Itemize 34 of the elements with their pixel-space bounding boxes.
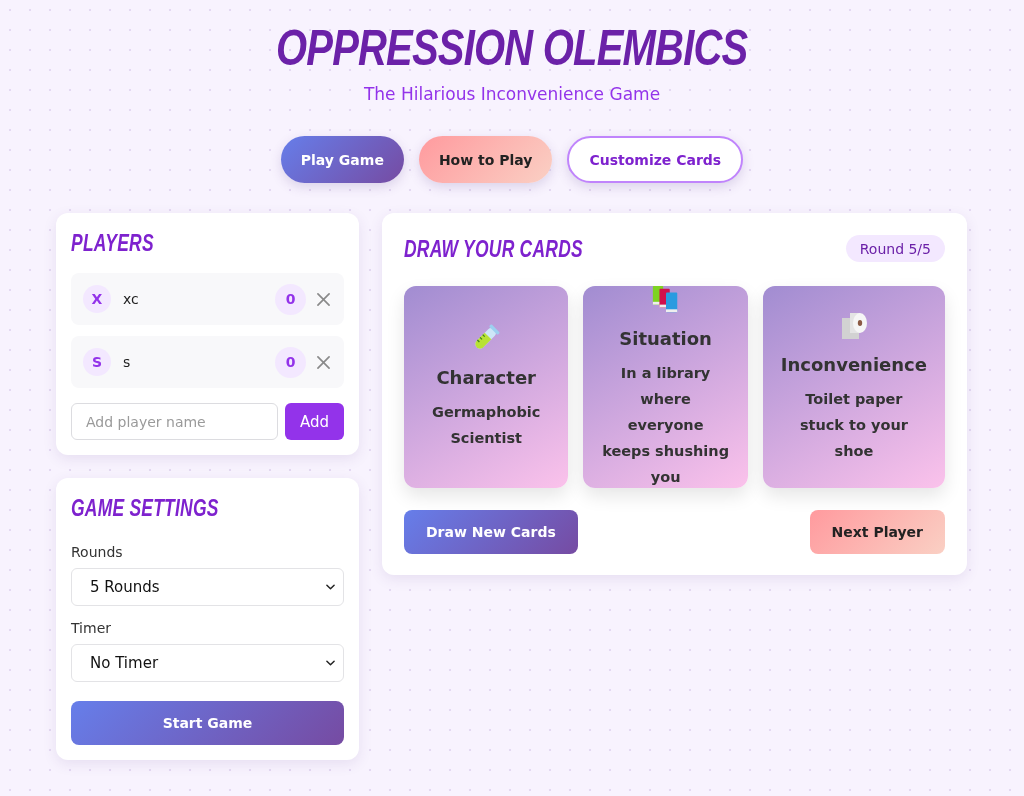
add-button[interactable]: Add: [284, 403, 344, 440]
card-text: Toilet paper stuck to your shoe: [798, 390, 909, 461]
close-icon[interactable]: [317, 355, 330, 369]
close-icon[interactable]: [317, 292, 330, 306]
start-game-button[interactable]: Start Game: [71, 701, 344, 745]
chevron-icon: [326, 660, 335, 666]
chevron-icon: [326, 584, 335, 590]
card-title: Inconvenience: [780, 353, 927, 377]
panel-heading: PLAYERS: [71, 231, 154, 255]
card-title: Character: [436, 366, 536, 390]
app-title: OPPRESSION OLEMBICS: [276, 20, 748, 76]
app-subtitle: The Hilarious Inconvenience Game: [363, 83, 661, 106]
player-avatar: X: [83, 285, 111, 313]
player-name-input[interactable]: Add player name: [71, 403, 278, 440]
nav-button[interactable]: How to Play: [418, 136, 553, 183]
action-button[interactable]: Draw New Cards: [404, 510, 578, 554]
field-label: Timer: [71, 619, 113, 638]
field-label: Rounds: [71, 543, 124, 562]
round-badge: Round 5/5: [845, 235, 945, 262]
action-button[interactable]: Next Player: [809, 510, 945, 554]
select-field[interactable]: 5 Rounds: [71, 568, 344, 606]
card-title: Situation: [619, 327, 712, 351]
select-field[interactable]: No Timer: [71, 644, 344, 682]
panel-heading: DRAW YOUR CARDS: [404, 236, 583, 261]
player-name: xc: [123, 291, 139, 307]
nav-button[interactable]: Customize Cards: [567, 136, 744, 183]
card-text: Germaphobic Scientist: [431, 403, 542, 448]
nav-button[interactable]: Play Game: [280, 136, 404, 183]
panel-heading: GAME SETTINGS: [71, 496, 219, 520]
card-text: In a library where everyone keeps shushing you: [601, 364, 730, 487]
player-avatar: S: [83, 348, 111, 376]
score-badge: 0: [275, 283, 306, 315]
player-name: s: [123, 354, 131, 370]
score-badge: 0: [275, 346, 306, 378]
